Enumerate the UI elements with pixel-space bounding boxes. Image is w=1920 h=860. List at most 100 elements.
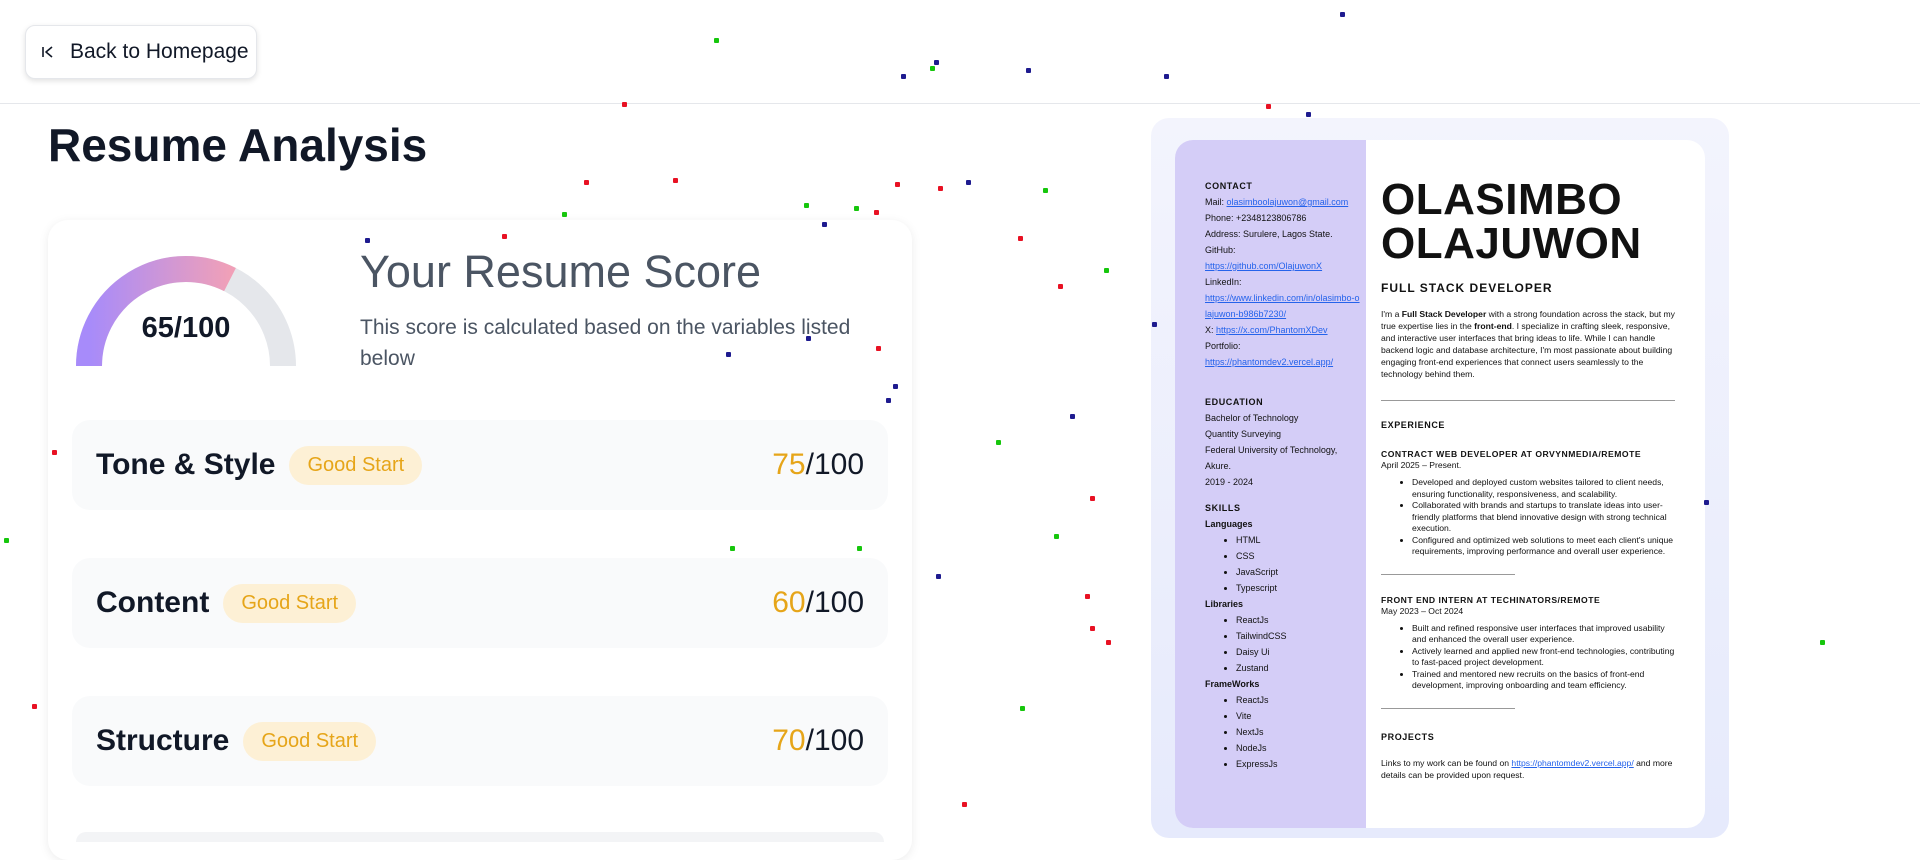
category-score-max: /100 bbox=[805, 724, 864, 757]
list-item: Vite bbox=[1236, 708, 1360, 724]
job-date: May 2023 – Oct 2024 bbox=[1381, 605, 1464, 616]
divider bbox=[1381, 573, 1515, 575]
contact-address: Address: Surulere, Lagos State. bbox=[1205, 229, 1333, 239]
confetti-dot bbox=[1054, 534, 1059, 539]
page-title: Resume Analysis bbox=[48, 119, 428, 171]
resume-name-last: OLAJUWON bbox=[1381, 219, 1642, 268]
contact-x: X: https://x.com/PhantomXDev bbox=[1205, 322, 1360, 338]
list-item: JavaScript bbox=[1236, 564, 1360, 580]
list-item: CSS bbox=[1236, 548, 1360, 564]
confetti-dot bbox=[930, 66, 935, 71]
list-item: NodeJs bbox=[1236, 740, 1360, 756]
confetti-dot bbox=[32, 704, 37, 709]
linkedin-link[interactable]: https://www.linkedin.com/in/olasimbo-ola… bbox=[1205, 290, 1360, 322]
category-row-content[interactable]: Content Good Start 60/100 bbox=[72, 558, 888, 648]
list-item: Typescript bbox=[1236, 580, 1360, 596]
confetti-dot bbox=[714, 38, 719, 43]
languages-label: Languages bbox=[1205, 519, 1253, 529]
category-row-tone-style[interactable]: Tone & Style Good Start 75/100 bbox=[72, 420, 888, 510]
confetti-dot bbox=[584, 180, 589, 185]
confetti-dot bbox=[1152, 322, 1157, 327]
contact-heading: CONTACT bbox=[1205, 181, 1253, 191]
confetti-dot bbox=[895, 182, 900, 187]
projects-link[interactable]: https://phantomdev2.vercel.app/ bbox=[1511, 758, 1633, 768]
category-score: 60/100 bbox=[772, 586, 864, 620]
confetti-dot bbox=[934, 60, 939, 65]
score-title: Your Resume Score bbox=[360, 246, 762, 297]
list-item: Built and refined responsive user interf… bbox=[1412, 623, 1675, 646]
category-score-value: 60 bbox=[772, 586, 806, 619]
confetti-dot bbox=[622, 102, 627, 107]
resume-role: FULL STACK DEVELOPER bbox=[1381, 281, 1553, 295]
list-item: Actively learned and applied new front-e… bbox=[1412, 646, 1675, 669]
confetti-dot bbox=[4, 538, 9, 543]
projects-text: Links to my work can be found on https:/… bbox=[1381, 757, 1675, 781]
x-link[interactable]: https://x.com/PhantomXDev bbox=[1216, 325, 1328, 335]
summary-bold: Full Stack Developer bbox=[1401, 309, 1487, 319]
github-label: GitHub: bbox=[1205, 245, 1236, 255]
languages-list: HTML CSS JavaScript Typescript bbox=[1205, 532, 1360, 596]
frameworks-list: ReactJs Vite NextJs NodeJs ExpressJs bbox=[1205, 692, 1360, 772]
category-badge: Good Start bbox=[289, 445, 423, 485]
confetti-dot bbox=[874, 210, 879, 215]
confetti-dot bbox=[1043, 188, 1048, 193]
list-item: Daisy Ui bbox=[1236, 644, 1360, 660]
confetti-dot bbox=[1266, 104, 1271, 109]
confetti-dot bbox=[673, 178, 678, 183]
job-bullets: Built and refined responsive user interf… bbox=[1381, 623, 1675, 692]
category-row-structure[interactable]: Structure Good Start 70/100 bbox=[72, 696, 888, 786]
job-date: April 2025 – Present. bbox=[1381, 460, 1462, 470]
category-score-max: /100 bbox=[805, 448, 864, 481]
back-button-label: Back to Homepage bbox=[70, 40, 249, 63]
confetti-dot bbox=[730, 546, 735, 551]
back-to-homepage-button[interactable]: Back to Homepage bbox=[25, 25, 257, 79]
resume-preview[interactable]: CONTACT Mail: olasimboolajuwon@gmail.com… bbox=[1175, 140, 1705, 828]
list-item: ReactJs bbox=[1236, 612, 1360, 628]
education-school: Federal University of Technology, Akure. bbox=[1205, 445, 1338, 471]
category-badge: Good Start bbox=[243, 721, 377, 761]
portfolio-label: Portfolio: bbox=[1205, 341, 1241, 351]
resume-sidebar: CONTACT Mail: olasimboolajuwon@gmail.com… bbox=[1175, 140, 1366, 828]
confetti-dot bbox=[854, 206, 859, 211]
job-bullets: Developed and deployed custom websites t… bbox=[1381, 477, 1675, 558]
confetti-dot bbox=[1058, 284, 1063, 289]
divider bbox=[1381, 707, 1515, 709]
list-item: ReactJs bbox=[1236, 692, 1360, 708]
projects-heading: PROJECTS bbox=[1381, 731, 1435, 742]
category-row-partial bbox=[76, 832, 884, 842]
mail-link[interactable]: olasimboolajuwon@gmail.com bbox=[1227, 197, 1349, 207]
category-name: Structure bbox=[96, 724, 230, 757]
list-item: TailwindCSS bbox=[1236, 628, 1360, 644]
confetti-dot bbox=[1090, 626, 1095, 631]
confetti-dot bbox=[893, 384, 898, 389]
list-item: Trained and mentored new recruits on the… bbox=[1412, 669, 1675, 692]
confetti-dot bbox=[857, 546, 862, 551]
contact-mail: Mail: olasimboolajuwon@gmail.com bbox=[1205, 194, 1360, 210]
category-score: 70/100 bbox=[772, 724, 864, 758]
divider bbox=[1381, 400, 1675, 401]
confetti-dot bbox=[52, 450, 57, 455]
portfolio-link[interactable]: https://phantomdev2.vercel.app/ bbox=[1205, 354, 1360, 370]
category-score-value: 75 bbox=[772, 448, 806, 481]
score-description: This score is calculated based on the va… bbox=[360, 316, 851, 370]
summary-bold: front-end bbox=[1474, 321, 1512, 331]
list-item: Collaborated with brands and startups to… bbox=[1412, 500, 1675, 535]
confetti-dot bbox=[562, 212, 567, 217]
category-badge: Good Start bbox=[223, 583, 357, 623]
resume-summary: I'm a Full Stack Developer with a strong… bbox=[1381, 308, 1675, 380]
skip-back-icon bbox=[42, 46, 53, 58]
category-name: Tone & Style bbox=[96, 448, 276, 481]
confetti-dot bbox=[1020, 706, 1025, 711]
confetti-dot bbox=[1085, 594, 1090, 599]
github-link[interactable]: https://github.com/OlajuwonX bbox=[1205, 258, 1360, 274]
confetti-dot bbox=[1090, 496, 1095, 501]
category-score-max: /100 bbox=[805, 586, 864, 619]
confetti-dot bbox=[1704, 500, 1709, 505]
projects-text-before: Links to my work can be found on bbox=[1381, 757, 1512, 768]
list-item: HTML bbox=[1236, 532, 1360, 548]
education-degree: Bachelor of Technology bbox=[1205, 413, 1299, 423]
confetti-dot bbox=[966, 180, 971, 185]
education-field: Quantity Surveying bbox=[1205, 429, 1282, 439]
education-years: 2019 - 2024 bbox=[1205, 477, 1254, 487]
confetti-dot bbox=[365, 238, 370, 243]
